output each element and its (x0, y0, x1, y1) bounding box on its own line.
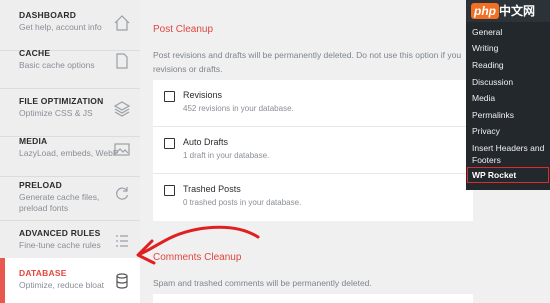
wp-menu-item-media[interactable]: Media (472, 93, 495, 103)
option-detail: 1 draft in your database. (183, 151, 270, 160)
option-detail: 0 trashed posts in your database. (183, 198, 302, 207)
trashed-posts-checkbox[interactable] (164, 185, 175, 196)
option-label: Revisions (183, 90, 223, 100)
sidebar-item-subtitle: Optimize, reduce bloat (19, 280, 105, 290)
home-icon (113, 14, 131, 32)
wp-menu-item-wp-rocket[interactable]: WP Rocket (472, 170, 516, 180)
auto-drafts-checkbox[interactable] (164, 138, 175, 149)
sidebar-item-title: MEDIA (19, 136, 48, 146)
layers-icon (113, 100, 131, 118)
list-icon (113, 232, 131, 250)
wp-menu-item-discussion[interactable]: Discussion (472, 77, 513, 87)
sidebar-item-title: CACHE (19, 48, 51, 58)
sidebar-item-title: PRELOAD (19, 180, 62, 190)
option-auto-drafts[interactable]: Auto Drafts 1 draft in your database. (153, 127, 473, 174)
post-cleanup-options: Revisions 452 revisions in your database… (153, 80, 473, 221)
option-label: Auto Drafts (183, 137, 229, 147)
option-revisions[interactable]: Revisions 452 revisions in your database… (153, 80, 473, 127)
sidebar-item-preload[interactable]: PRELOAD Generate cache files, preload fo… (0, 170, 140, 221)
wp-menu-item-permalinks[interactable]: Permalinks (472, 110, 514, 120)
php-logo: php (471, 3, 499, 19)
comments-cleanup-options (153, 294, 473, 303)
sidebar-item-subtitle: Optimize CSS & JS (19, 108, 93, 118)
wp-menu-item-insert-headers-footers[interactable]: Insert Headers and Footers (472, 142, 548, 166)
settings-sidebar: DASHBOARD Get help, account info CACHE B… (0, 0, 140, 303)
wp-menu-item-reading[interactable]: Reading (472, 60, 504, 70)
sidebar-item-title: ADVANCED RULES (19, 228, 101, 238)
sidebar-item-subtitle: Basic cache options (19, 60, 95, 70)
wp-menu-item-general[interactable]: General (472, 27, 502, 37)
refresh-icon (113, 184, 131, 202)
sidebar-item-title: FILE OPTIMIZATION (19, 96, 104, 106)
option-detail: 452 revisions in your database. (183, 104, 294, 113)
post-cleanup-title: Post Cleanup (153, 24, 214, 35)
sidebar-item-subtitle: Fine-tune cache rules (19, 240, 101, 250)
sidebar-item-title: DATABASE (19, 268, 67, 278)
sidebar-item-cache[interactable]: CACHE Basic cache options (0, 38, 140, 89)
option-label: Trashed Posts (183, 184, 241, 194)
sidebar-item-title: DASHBOARD (19, 10, 77, 20)
sidebar-item-database[interactable]: DATABASE Optimize, reduce bloat (0, 258, 140, 303)
comments-cleanup-description: Spam and trashed comments will be perman… (153, 278, 372, 288)
comments-cleanup-title: Comments Cleanup (153, 252, 242, 263)
image-icon (113, 140, 131, 158)
option-trashed-posts[interactable]: Trashed Posts 0 trashed posts in your da… (153, 174, 473, 221)
sidebar-item-subtitle: Generate cache files, preload fonts (19, 192, 100, 213)
sidebar-item-subtitle: Get help, account info (19, 22, 102, 32)
watermark-text: 中文网 (499, 4, 536, 18)
sidebar-item-subtitle: LazyLoad, embeds, WebP (19, 148, 119, 158)
revisions-checkbox[interactable] (164, 91, 175, 102)
file-icon (113, 52, 131, 70)
database-icon (113, 272, 131, 290)
post-cleanup-description: Post revisions and drafts will be perman… (153, 50, 462, 74)
main-content: Post Cleanup Post revisions and drafts w… (140, 0, 473, 303)
wp-menu-item-privacy[interactable]: Privacy (472, 126, 500, 136)
wp-menu-item-writing[interactable]: Writing (472, 43, 498, 53)
